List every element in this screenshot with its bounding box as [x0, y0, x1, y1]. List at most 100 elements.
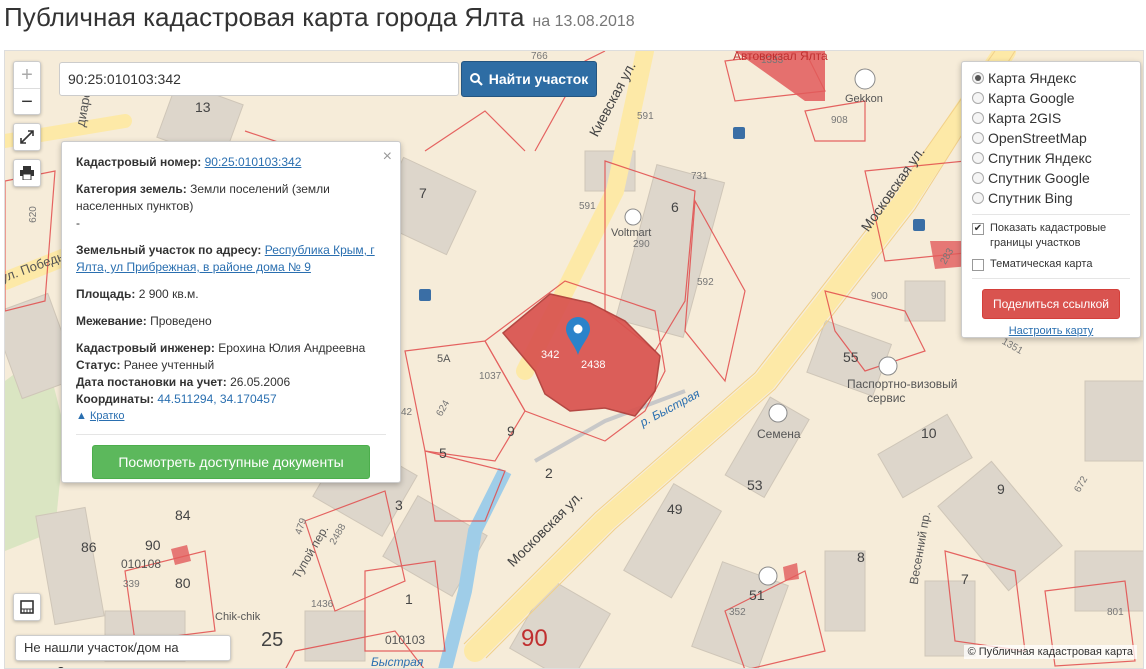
- status-value: Ранее учтенный: [123, 358, 215, 372]
- close-icon[interactable]: ×: [383, 148, 392, 166]
- map-label: 7: [419, 185, 427, 201]
- map-label: 1436: [311, 599, 334, 610]
- radio-unselected[interactable]: [972, 112, 984, 124]
- zoom-in-button[interactable]: +: [14, 62, 40, 88]
- layer-option-label: Карта Google: [988, 90, 1075, 106]
- map-label: 9: [507, 423, 515, 439]
- engineer-value: Ерохина Юлия Андреевна: [218, 341, 366, 355]
- layer-option[interactable]: Карта 2GIS: [972, 108, 1130, 128]
- map-label: 1: [405, 591, 413, 607]
- map-label: 42: [401, 407, 413, 418]
- zoom-control: + −: [13, 61, 41, 115]
- attribution: © Публичная кадастровая карта: [963, 645, 1137, 659]
- status-label: Статус:: [76, 358, 121, 372]
- print-button[interactable]: [13, 159, 41, 187]
- radio-unselected[interactable]: [972, 152, 984, 164]
- reg-date-value: 26.05.2006: [230, 375, 291, 389]
- layer-option[interactable]: OpenStreetMap: [972, 128, 1130, 148]
- layer-list: Карта Яндекс Карта Google Карта 2GIS OpenSt…: [972, 68, 1130, 208]
- expand-icon: [20, 130, 34, 144]
- map-label: 3: [395, 497, 403, 513]
- layer-option[interactable]: Спутник Bing: [972, 188, 1130, 208]
- layer-option[interactable]: Карта Google: [972, 88, 1130, 108]
- map-label: 51: [749, 587, 765, 603]
- map-label: 010108: [121, 557, 162, 571]
- coords-value[interactable]: 44.511294, 34.170457: [157, 392, 276, 406]
- radio-unselected[interactable]: [972, 172, 984, 184]
- layer-option[interactable]: Карта Яндекс: [972, 68, 1130, 88]
- map-label: 731: [691, 171, 708, 182]
- layer-option-label: Карта Яндекс: [988, 70, 1077, 86]
- radio-unselected[interactable]: [972, 192, 984, 204]
- radio-unselected[interactable]: [972, 132, 984, 144]
- divider: [972, 214, 1130, 215]
- map-label: 591: [579, 201, 596, 212]
- map-label: 49: [667, 501, 683, 517]
- map-label: Автовокзал Ялта: [733, 50, 828, 63]
- printer-icon: [20, 166, 34, 180]
- page-header: Публичная кадастровая карта города Ялта …: [4, 2, 635, 46]
- zoom-out-button[interactable]: −: [14, 88, 40, 114]
- radio-selected[interactable]: [972, 72, 984, 84]
- layer-option-label: Спутник Bing: [988, 190, 1073, 206]
- checkbox-unchecked[interactable]: [972, 259, 984, 271]
- map-label: 010103: [385, 633, 426, 647]
- map-label: 5: [439, 445, 447, 461]
- cad-number-link[interactable]: 90:25:010103:342: [205, 155, 302, 169]
- cad-number-label: Кадастровый номер:: [76, 155, 202, 169]
- map-label: 1037: [479, 371, 502, 382]
- map-label: Gekkon: [845, 93, 883, 105]
- brief-label: Кратко: [89, 410, 125, 422]
- ruler-icon: [20, 600, 34, 614]
- thematic-map-option[interactable]: Тематическая карта: [972, 257, 1130, 272]
- parcel-info-popup: × Кадастровый номер: 90:25:010103:342 Ка…: [61, 141, 401, 483]
- map-label: Паспортно-визовый: [847, 377, 958, 391]
- map-label: 55: [843, 349, 859, 365]
- not-found-button[interactable]: Не нашли участок/дом на карте?: [15, 635, 231, 668]
- search-input[interactable]: [59, 62, 459, 96]
- map-label: 25: [261, 629, 284, 651]
- map-label: 7: [961, 571, 969, 587]
- map-label: 13: [195, 99, 211, 115]
- divider: [76, 434, 386, 435]
- ruler-button[interactable]: [13, 593, 41, 621]
- layer-option[interactable]: Спутник Google: [972, 168, 1130, 188]
- layer-option-label: Спутник Google: [988, 170, 1090, 186]
- map-label: 908: [831, 115, 848, 126]
- show-borders-option[interactable]: ✔ Показать кадастровые границы участков: [972, 221, 1130, 251]
- address-label: Земельный участок по адресу:: [76, 243, 262, 257]
- map-label: 90: [145, 537, 161, 553]
- search-icon: [469, 72, 483, 86]
- map-canvas[interactable]: 13 7 6 591 591 592 290 Voltmart 731 900 …: [4, 50, 1144, 669]
- map-label: 352: [729, 607, 746, 618]
- setup-map-link[interactable]: Настроить карту: [972, 325, 1130, 337]
- map-label: Voltmart: [611, 227, 652, 239]
- map-label: 5А: [437, 353, 451, 365]
- radio-unselected[interactable]: [972, 92, 984, 104]
- show-borders-label: Показать кадастровые границы участков: [990, 222, 1107, 249]
- checkbox-checked[interactable]: ✔: [972, 223, 984, 235]
- map-label: 6: [671, 199, 679, 215]
- page-date: на 13.08.2018: [532, 13, 635, 30]
- layers-panel: Карта Яндекс Карта Google Карта 2GIS OpenSt…: [961, 61, 1141, 338]
- brief-toggle[interactable]: ▲ Кратко: [76, 410, 386, 422]
- map-label: 342: [541, 349, 560, 361]
- map-label: 86: [81, 539, 97, 555]
- map-label: 2: [545, 465, 553, 481]
- page-title: Публичная кадастровая карта города Ялта: [4, 2, 525, 32]
- map-label: Chik-chik: [215, 611, 261, 623]
- map-label: 10: [921, 425, 937, 441]
- search-button[interactable]: Найти участок: [461, 61, 597, 97]
- layer-option[interactable]: Спутник Яндекс: [972, 148, 1130, 168]
- map-label: 900: [871, 291, 888, 302]
- share-link-button[interactable]: Поделиться ссылкой: [982, 289, 1120, 319]
- map-label: 290: [633, 239, 650, 250]
- map-label: 620: [27, 206, 39, 223]
- caret-up-icon: ▲: [76, 410, 87, 422]
- survey-label: Межевание:: [76, 314, 147, 328]
- fullscreen-button[interactable]: [13, 123, 41, 151]
- view-documents-button[interactable]: Посмотреть доступные документы: [92, 445, 370, 479]
- map-label: Семена: [757, 427, 801, 441]
- search-button-label: Найти участок: [488, 71, 589, 87]
- map-label: 53: [747, 477, 763, 493]
